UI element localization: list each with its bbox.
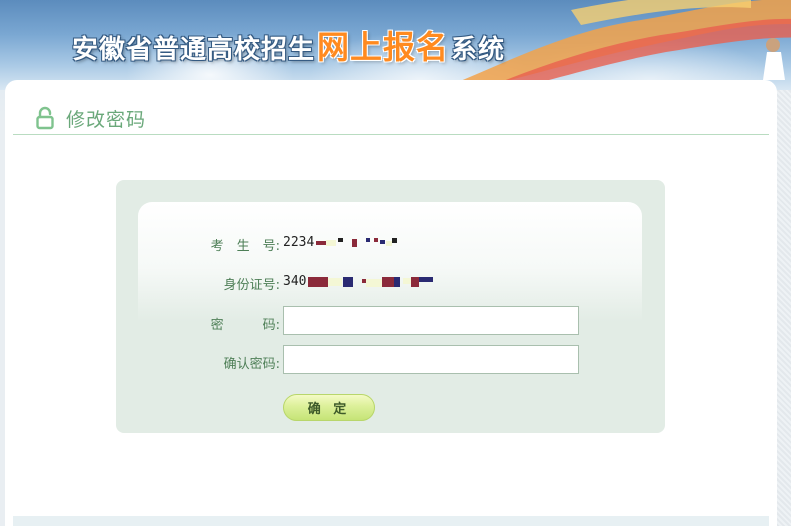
confirm-password-label: 确认密码: xyxy=(223,357,280,372)
redacted-mask xyxy=(308,276,434,287)
site-title-part1: 安徽省普通高校招生 xyxy=(72,35,316,65)
site-title-part3: 系统 xyxy=(451,35,506,65)
exam-id-row: 考 生 号: 2234 xyxy=(116,227,665,259)
section-header: 修改密码 xyxy=(13,102,769,135)
footer-bar xyxy=(13,516,769,526)
exam-id-prefix: 2234 xyxy=(283,235,315,250)
password-label: 密 码: xyxy=(210,318,280,333)
header-banner: 安徽省普通高校招生 网上报名 系统 xyxy=(0,0,791,90)
site-title: 安徽省普通高校招生 网上报名 系统 xyxy=(72,22,505,68)
exam-id-label: 考 生 号: xyxy=(210,239,280,254)
id-card-label: 身份证号: xyxy=(223,278,280,293)
lock-icon xyxy=(36,106,54,130)
right-decorative-strip xyxy=(777,90,791,526)
confirm-password-input[interactable] xyxy=(283,345,579,374)
change-password-form: 考 生 号: 2234 身份证号: 340 密 码: 确认密码: 确 定 xyxy=(116,180,665,433)
password-row: 密 码: xyxy=(116,306,665,338)
content-panel: 修改密码 考 生 号: 2234 身份证号: 340 密 码: 确认密码: 确 … xyxy=(5,80,777,526)
page: 安徽省普通高校招生 网上报名 系统 修改密码 考 生 号: 2234 身份证号:… xyxy=(0,0,791,526)
id-card-row: 身份证号: 340 xyxy=(116,266,665,298)
id-card-prefix: 340 xyxy=(283,274,307,289)
password-input[interactable] xyxy=(283,306,579,335)
form-highlight xyxy=(138,202,642,322)
confirm-password-row: 确认密码: xyxy=(116,345,665,377)
site-title-highlight: 网上报名 xyxy=(317,28,450,66)
page-title: 修改密码 xyxy=(66,109,147,131)
confirm-button[interactable]: 确 定 xyxy=(283,394,375,421)
exam-id-value: 2234 xyxy=(283,235,398,250)
id-card-value: 340 xyxy=(283,274,436,289)
redacted-mask xyxy=(316,237,398,247)
